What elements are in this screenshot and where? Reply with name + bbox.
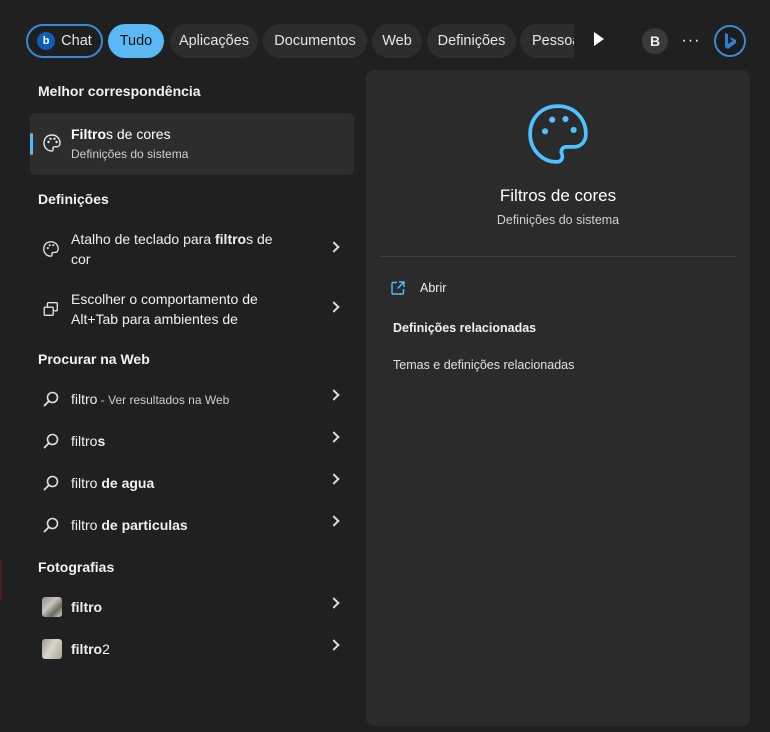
best-match-title: Filtros de cores — [71, 126, 171, 142]
palette-icon — [528, 104, 588, 164]
chevron-right-icon — [328, 597, 340, 609]
best-match-item[interactable]: Filtros de cores Definições do sistema — [30, 113, 354, 175]
web-result-label: filtro de particulas — [71, 517, 188, 533]
window-edge — [0, 560, 2, 600]
search-icon — [43, 475, 59, 491]
tab-documents[interactable]: Documentos — [263, 24, 367, 58]
web-result-item[interactable]: filtros — [30, 420, 354, 462]
filter-tabs: b Chat Tudo Aplicações Documentos Web De… — [26, 24, 746, 58]
bing-icon — [725, 33, 736, 49]
open-button[interactable]: Abrir — [390, 278, 446, 298]
related-settings-link[interactable]: Temas e definições relacionadas — [393, 358, 574, 372]
open-label: Abrir — [420, 281, 447, 295]
web-result-item[interactable]: filtro de particulas — [30, 504, 354, 546]
chevron-right-icon — [328, 639, 340, 651]
results-pane: Melhor correspondência Filtros de cores … — [24, 70, 360, 730]
tab-web[interactable]: Web — [372, 24, 422, 58]
photo-item[interactable]: filtro — [30, 586, 354, 628]
chevron-right-icon — [328, 241, 340, 253]
detail-subtitle: Definições do sistema — [496, 213, 620, 227]
web-result-label: filtros — [71, 433, 106, 449]
search-icon — [43, 517, 59, 533]
bing-chat-icon: b — [37, 32, 56, 50]
bing-button[interactable] — [714, 25, 746, 57]
tab-settings[interactable]: Definições — [427, 24, 516, 58]
photos-heading: Fotografias — [38, 559, 115, 575]
chevron-right-icon — [328, 301, 340, 313]
photo-item[interactable]: filtro2 — [30, 628, 354, 670]
photo-label: filtro2 — [71, 641, 110, 657]
divider — [380, 256, 736, 257]
chevron-right-icon — [328, 515, 340, 527]
avatar[interactable]: B — [642, 28, 668, 54]
list-item[interactable]: Escolher o comportamento de Alt+Tab para … — [30, 288, 354, 330]
web-result-item[interactable]: filtro - Ver resultados na Web — [30, 378, 354, 420]
more-options-icon[interactable]: ··· — [680, 26, 702, 56]
related-settings-heading: Definições relacionadas — [393, 321, 537, 335]
tab-settings-label: Definições — [437, 33, 506, 49]
list-item[interactable]: Atalho de teclado para filtros de cor — [30, 228, 354, 270]
search-icon — [43, 391, 59, 407]
tab-apps-label: Aplicações — [178, 33, 250, 49]
chevron-right-icon — [328, 431, 340, 443]
detail-pane: Filtros de cores Definições do sistema A… — [366, 70, 750, 726]
tab-all-label: Tudo — [119, 33, 153, 49]
tab-apps[interactable]: Aplicações — [170, 24, 258, 58]
palette-icon — [43, 134, 61, 152]
tab-all[interactable]: Tudo — [108, 24, 164, 58]
detail-title: Filtros de cores — [499, 186, 617, 205]
tab-documents-label: Documentos — [274, 33, 356, 49]
best-match-subtitle: Definições do sistema — [71, 147, 189, 161]
list-item-label: Escolher o comportamento de Alt+Tab para … — [71, 291, 258, 327]
scroll-tabs-right-icon[interactable] — [594, 32, 604, 46]
web-result-label: filtro de agua — [71, 475, 155, 491]
chevron-right-icon — [328, 389, 340, 401]
list-item-label: Atalho de teclado para filtros de cor — [71, 231, 273, 267]
tab-people-label: Pessoa — [532, 33, 574, 49]
palette-icon — [43, 241, 59, 257]
search-window: b Chat Tudo Aplicações Documentos Web De… — [0, 0, 770, 732]
best-match-heading: Melhor correspondência — [38, 83, 201, 99]
web-result-item[interactable]: filtro de agua — [30, 462, 354, 504]
alt-tab-windows-icon — [43, 302, 58, 316]
search-icon — [43, 433, 59, 449]
photo-thumbnail — [42, 639, 62, 659]
settings-heading: Definições — [38, 191, 109, 207]
web-search-heading: Procurar na Web — [38, 351, 150, 367]
photo-label: filtro — [71, 599, 103, 615]
tab-chat-label: Chat — [61, 33, 92, 49]
open-external-icon — [391, 281, 405, 295]
photo-thumbnail — [42, 597, 62, 617]
chevron-right-icon — [328, 473, 340, 485]
web-result-label: filtro - Ver resultados na Web — [71, 391, 230, 407]
tab-web-label: Web — [382, 33, 412, 49]
tab-people[interactable]: Pessoa — [520, 24, 574, 58]
tab-chat[interactable]: b Chat — [26, 24, 103, 58]
selection-indicator — [30, 133, 33, 155]
